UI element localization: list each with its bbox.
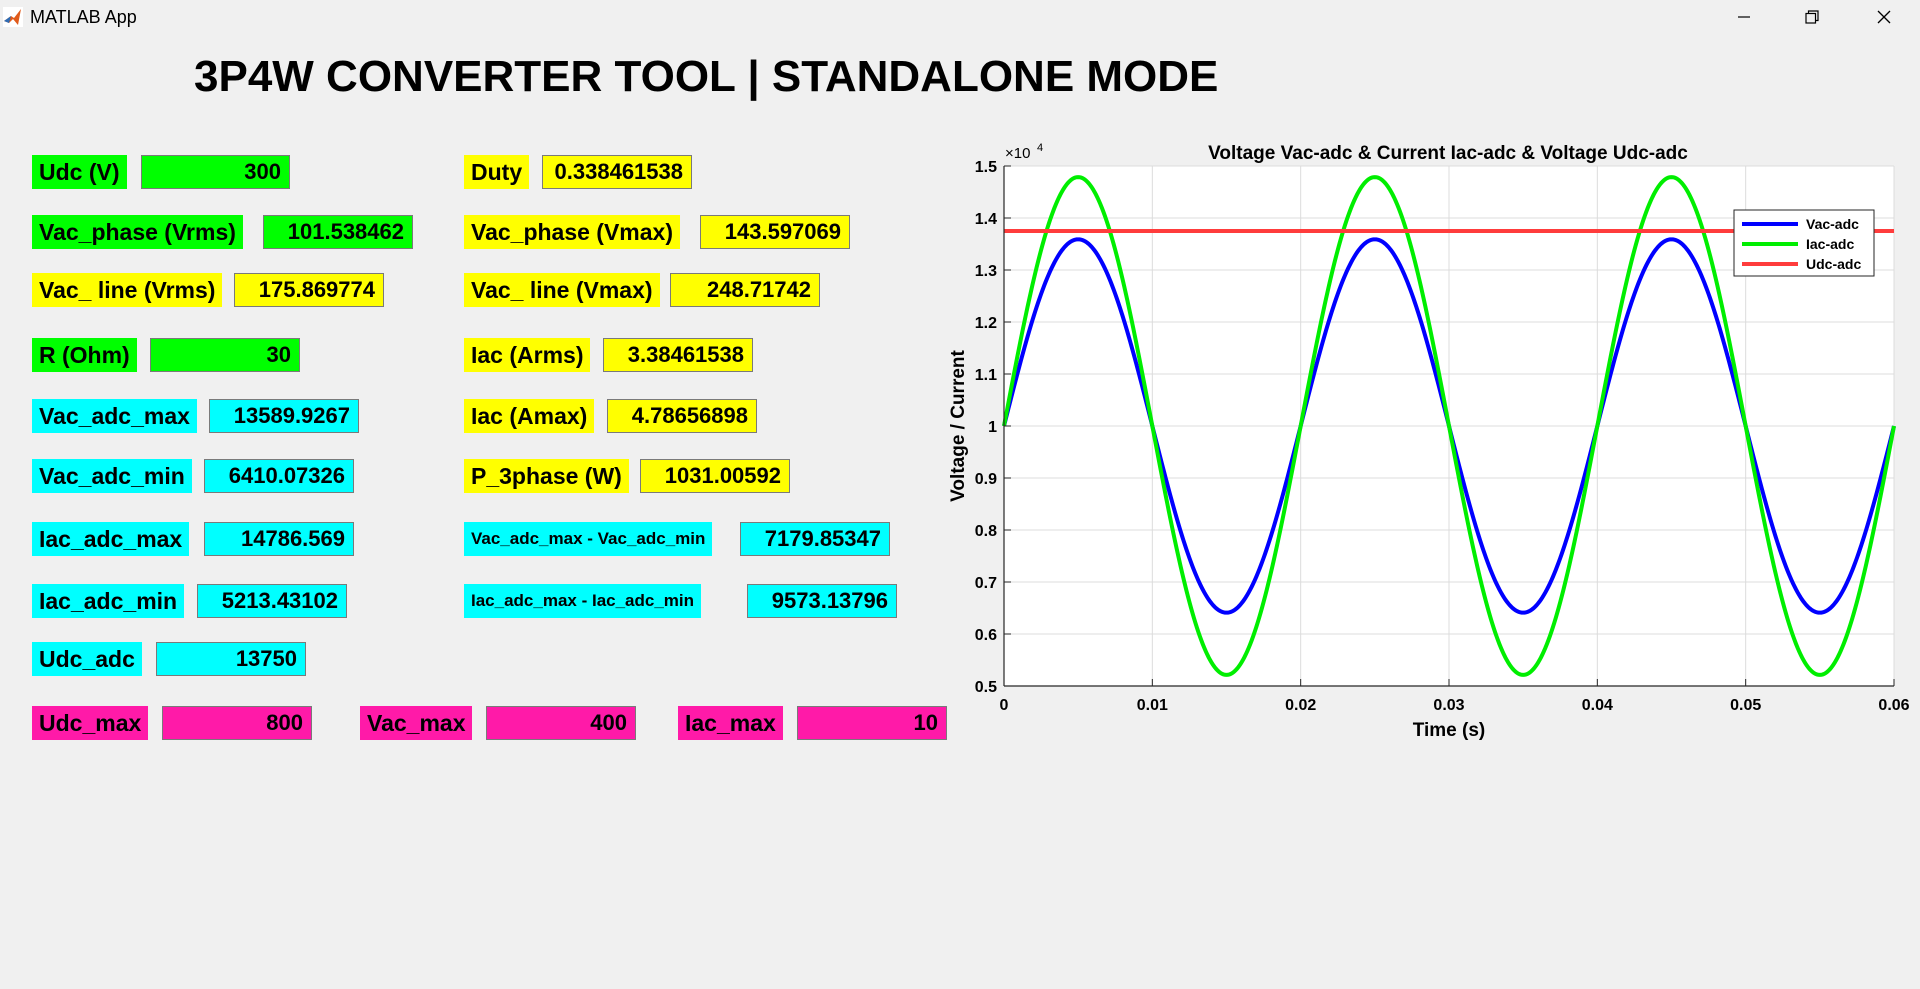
y-axis-label: Voltage / Current bbox=[948, 349, 969, 501]
vac-line-vmax-field[interactable]: 248.71742 bbox=[670, 273, 820, 307]
vac-line-vrms-field[interactable]: 175.869774 bbox=[234, 273, 384, 307]
y-tick-label: 1.3 bbox=[975, 263, 997, 280]
restore-button[interactable] bbox=[1778, 0, 1846, 34]
plot-legend: Vac-adc Iac-adc Udc-adc bbox=[1733, 209, 1875, 277]
udc-label: Udc (V) bbox=[32, 155, 127, 189]
iac-max-label: Iac_max bbox=[678, 706, 783, 740]
duty-field[interactable]: 0.338461538 bbox=[542, 155, 692, 189]
iac-arms-field[interactable]: 3.38461538 bbox=[603, 338, 753, 372]
x-tick-label: 0 bbox=[1000, 697, 1009, 714]
iac-span-label: Iac_adc_max - Iac_adc_min bbox=[464, 584, 702, 618]
iac-arms-label: Iac (Arms) bbox=[464, 338, 591, 372]
window-title: MATLAB App bbox=[30, 7, 137, 27]
vac-span-label: Vac_adc_max - Vac_adc_min bbox=[464, 522, 713, 556]
udc-adc-field[interactable]: 13750 bbox=[156, 642, 306, 676]
udc-adc-label: Udc_adc bbox=[32, 642, 142, 676]
iac-max-field[interactable]: 10 bbox=[797, 706, 947, 740]
vac-line-vmax-label: Vac_ line (Vmax) bbox=[464, 273, 660, 307]
y-tick-label: 0.9 bbox=[975, 471, 997, 488]
page-title: 3P4W CONVERTER TOOL | STANDALONE MODE bbox=[194, 52, 1219, 101]
y-tick-label: 0.7 bbox=[975, 575, 997, 592]
x-tick-label: 0.06 bbox=[1878, 697, 1909, 714]
minimize-icon bbox=[1738, 16, 1750, 18]
y-exponent-power: 4 bbox=[1037, 142, 1043, 154]
iac-adc-min-field[interactable]: 5213.43102 bbox=[197, 584, 347, 618]
vac-adc-min-field[interactable]: 6410.07326 bbox=[204, 459, 354, 493]
iac-span-field[interactable]: 9573.13796 bbox=[747, 584, 897, 618]
p-3phase-label: P_3phase (W) bbox=[464, 459, 629, 493]
close-icon bbox=[1877, 10, 1891, 24]
p-3phase-field[interactable]: 1031.00592 bbox=[640, 459, 790, 493]
udc-field[interactable]: 300 bbox=[141, 155, 290, 189]
close-button[interactable] bbox=[1850, 0, 1918, 34]
udc-max-label: Udc_max bbox=[32, 706, 149, 740]
plot-svg: Voltage Vac-adc & Current Iac-adc & Volt… bbox=[948, 142, 1910, 741]
vac-line-vrms-label: Vac_ line (Vrms) bbox=[32, 273, 223, 307]
udc-max-field[interactable]: 800 bbox=[162, 706, 312, 740]
waveform-plot[interactable]: Voltage Vac-adc & Current Iac-adc & Volt… bbox=[930, 140, 1920, 750]
iac-amax-label: Iac (Amax) bbox=[464, 399, 595, 433]
y-tick-label: 0.5 bbox=[975, 679, 997, 696]
duty-label: Duty bbox=[464, 155, 530, 189]
legend-label: Iac-adc bbox=[1806, 236, 1854, 252]
vac-max-field[interactable]: 400 bbox=[486, 706, 636, 740]
window-titlebar: MATLAB App bbox=[0, 0, 1920, 34]
plot-title: Voltage Vac-adc & Current Iac-adc & Volt… bbox=[1208, 143, 1688, 164]
vac-phase-vmax-label: Vac_phase (Vmax) bbox=[464, 215, 681, 249]
y-tick-label: 1 bbox=[988, 419, 997, 436]
vac-phase-vrms-field[interactable]: 101.538462 bbox=[263, 215, 413, 249]
r-ohm-label: R (Ohm) bbox=[32, 338, 137, 372]
y-tick-label: 0.6 bbox=[975, 627, 997, 644]
y-tick-label: 0.8 bbox=[975, 523, 997, 540]
y-tick-label: 1.2 bbox=[975, 315, 997, 332]
x-tick-label: 0.03 bbox=[1433, 697, 1464, 714]
y-tick-label: 1.4 bbox=[975, 211, 997, 228]
legend-label: Udc-adc bbox=[1806, 256, 1861, 272]
y-tick-label: 1.1 bbox=[975, 367, 997, 384]
x-tick-label: 0.05 bbox=[1730, 697, 1761, 714]
vac-phase-vrms-label: Vac_phase (Vrms) bbox=[32, 215, 243, 249]
vac-phase-vmax-field[interactable]: 143.597069 bbox=[700, 215, 850, 249]
x-tick-label: 0.04 bbox=[1582, 697, 1613, 714]
y-tick-label: 1.5 bbox=[975, 159, 997, 176]
y-exponent: ×10 4 bbox=[1005, 142, 1043, 162]
vac-max-label: Vac_max bbox=[360, 706, 473, 740]
iac-adc-max-field[interactable]: 14786.569 bbox=[204, 522, 354, 556]
minimize-button[interactable] bbox=[1710, 0, 1778, 34]
legend-label: Vac-adc bbox=[1806, 216, 1859, 232]
x-tick-label: 0.01 bbox=[1137, 697, 1168, 714]
x-axis-label: Time (s) bbox=[1413, 720, 1486, 741]
matlab-logo-icon bbox=[3, 7, 23, 27]
vac-adc-min-label: Vac_adc_min bbox=[32, 459, 192, 493]
restore-icon bbox=[1805, 10, 1819, 24]
x-tick-label: 0.02 bbox=[1285, 697, 1316, 714]
iac-amax-field[interactable]: 4.78656898 bbox=[607, 399, 757, 433]
y-exponent-base: ×10 bbox=[1005, 145, 1030, 162]
r-ohm-field[interactable]: 30 bbox=[150, 338, 300, 372]
vac-adc-max-field[interactable]: 13589.9267 bbox=[209, 399, 359, 433]
vac-span-field[interactable]: 7179.85347 bbox=[740, 522, 890, 556]
iac-adc-max-label: Iac_adc_max bbox=[32, 522, 190, 556]
vac-adc-max-label: Vac_adc_max bbox=[32, 399, 197, 433]
iac-adc-min-label: Iac_adc_min bbox=[32, 584, 185, 618]
